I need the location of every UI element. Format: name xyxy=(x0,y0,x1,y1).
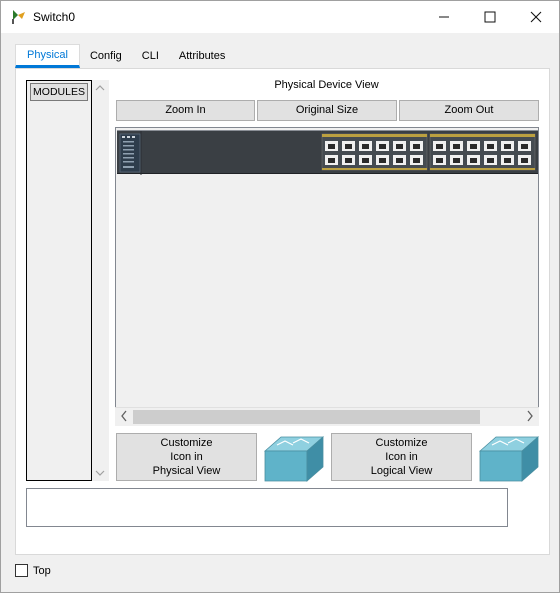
switch-chassis[interactable] xyxy=(117,130,538,175)
customize-physical-line2: Icon in xyxy=(170,451,203,463)
customize-physical-line1: Customize xyxy=(160,437,213,449)
physical-device-canvas[interactable] xyxy=(115,127,539,426)
switch-icon xyxy=(478,436,540,482)
original-size-button[interactable]: Original Size xyxy=(257,100,397,121)
maximize-icon xyxy=(484,11,496,23)
modules-scrollbar[interactable] xyxy=(92,80,109,481)
minimize-icon xyxy=(439,16,449,18)
tab-physical[interactable]: Physical xyxy=(15,44,80,68)
modules-list[interactable]: MODULES xyxy=(26,80,92,481)
customize-logical-line1: Customize xyxy=(375,437,428,449)
hscroll-thumb[interactable] xyxy=(133,410,480,424)
customize-physical-icon-button[interactable]: Customize Icon in Physical View xyxy=(116,433,257,481)
switch-front-panel xyxy=(119,131,536,175)
close-icon xyxy=(530,11,542,23)
scroll-up-icon[interactable] xyxy=(95,84,105,92)
scroll-left-icon[interactable] xyxy=(120,409,128,423)
customize-physical-line3: Physical View xyxy=(152,465,221,477)
physical-device-view-title: Physical Device View xyxy=(274,79,379,91)
modules-button[interactable]: MODULES xyxy=(30,83,88,101)
module-info-box xyxy=(26,488,508,527)
tab-cli[interactable]: CLI xyxy=(131,44,169,68)
scroll-down-icon[interactable] xyxy=(95,469,105,477)
packet-tracer-app-icon xyxy=(12,10,25,24)
tab-attributes[interactable]: Attributes xyxy=(168,44,236,68)
device-view-hscrollbar[interactable] xyxy=(115,407,539,426)
top-checkbox[interactable] xyxy=(15,564,28,577)
maximize-button[interactable] xyxy=(467,1,513,33)
top-checkbox-label: Top xyxy=(33,565,51,577)
customize-logical-line3: Logical View xyxy=(370,465,433,477)
device-window: Switch0 Physical Config CLI Attributes M… xyxy=(0,0,560,593)
zoom-in-button[interactable]: Zoom In xyxy=(116,100,255,121)
customize-logical-icon-button[interactable]: Customize Icon in Logical View xyxy=(331,433,472,481)
close-button[interactable] xyxy=(513,1,559,33)
scroll-right-icon[interactable] xyxy=(526,409,534,423)
window-title: Switch0 xyxy=(33,10,76,24)
switch-icon xyxy=(263,436,325,482)
tab-config[interactable]: Config xyxy=(79,44,132,68)
minimize-button[interactable] xyxy=(421,1,467,33)
zoom-out-button[interactable]: Zoom Out xyxy=(399,100,539,121)
tab-bar: Physical Config CLI Attributes xyxy=(15,44,236,68)
title-bar: Switch0 xyxy=(1,1,559,33)
customize-logical-line2: Icon in xyxy=(385,451,418,463)
